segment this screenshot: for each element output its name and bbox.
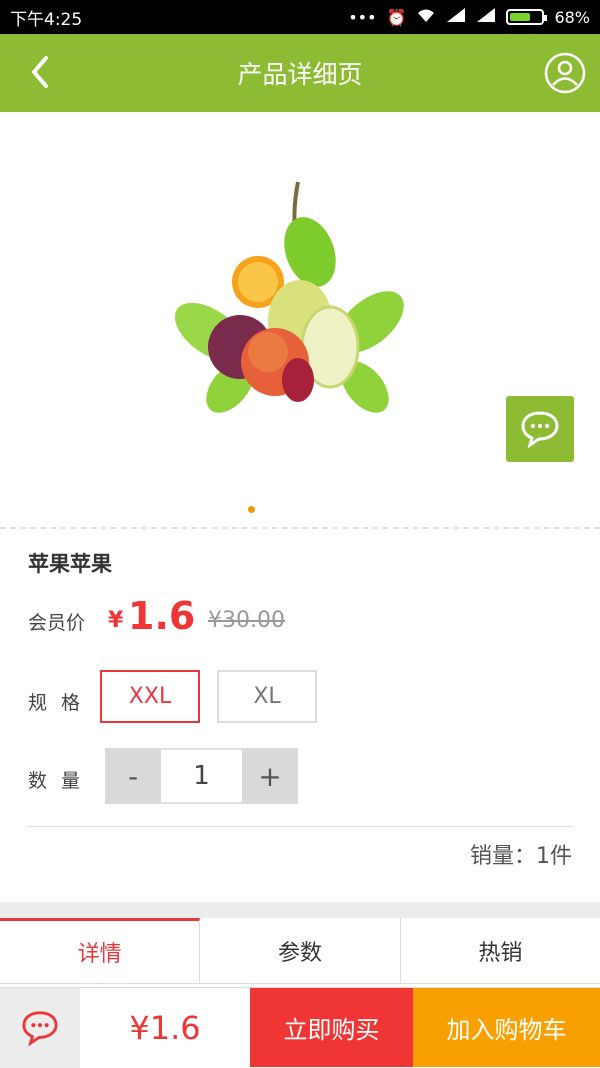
wifi-icon	[416, 7, 436, 27]
quantity-minus-button[interactable]: -	[105, 748, 161, 804]
buy-now-button[interactable]: 立即购买	[250, 988, 413, 1067]
carousel-indicator-dot[interactable]	[248, 506, 255, 513]
tab-details[interactable]: 详情	[0, 918, 201, 983]
quantity-input[interactable]: 1	[161, 750, 242, 802]
dashed-divider	[0, 527, 600, 529]
status-time: 下午4:25	[10, 9, 83, 30]
alarm-icon: ⏰	[386, 7, 407, 27]
status-bar: 下午4:25 ••• ⏰ 68%	[0, 0, 600, 34]
quantity-plus-button[interactable]: +	[242, 748, 298, 804]
bottom-action-bar: ¥1.6 立即购买 加入购物车	[0, 987, 600, 1068]
more-icon: •••	[348, 7, 377, 27]
spec-option-xl[interactable]: XL	[217, 670, 317, 723]
member-price-label: 会员价	[28, 612, 86, 634]
page-title: 产品详细页	[237, 60, 363, 89]
signal-icon	[446, 7, 466, 27]
tab-params[interactable]: 参数	[200, 918, 401, 983]
back-icon	[32, 56, 48, 88]
original-price: ¥30.00	[208, 608, 285, 633]
detail-tabs: 详情 参数 热销	[0, 918, 600, 984]
spec-label: 规格	[28, 692, 95, 714]
status-icons: ••• ⏰ 68%	[348, 7, 590, 27]
product-photo	[174, 181, 404, 413]
user-icon	[544, 52, 586, 94]
consult-chat-button[interactable]	[506, 396, 574, 462]
sales-count: 销量：1件	[470, 844, 572, 869]
quantity-label: 数量	[28, 770, 95, 792]
signal-icon	[476, 7, 496, 27]
add-to-cart-button[interactable]: 加入购物车	[413, 988, 600, 1067]
tab-hot-sales[interactable]: 热销	[401, 918, 600, 983]
product-name: 苹果苹果	[28, 552, 112, 576]
customer-service-button[interactable]	[0, 988, 80, 1068]
member-price: 1.6	[128, 594, 196, 638]
app-header: 产品详细页	[0, 34, 600, 112]
quantity-stepper: - 1 +	[105, 748, 298, 804]
spec-option-xxl[interactable]: XXL	[100, 670, 200, 723]
price-currency: ¥	[108, 608, 124, 633]
back-button[interactable]	[22, 50, 62, 94]
user-button[interactable]	[544, 52, 586, 94]
battery-icon	[506, 9, 548, 25]
battery-percent: 68%	[554, 7, 590, 27]
battery-fill	[510, 13, 531, 21]
chat-icon	[22, 1011, 58, 1046]
info-divider	[26, 826, 574, 827]
bottom-price: ¥1.6	[129, 1008, 201, 1047]
chat-icon	[521, 411, 559, 448]
product-image-carousel[interactable]	[0, 112, 600, 527]
